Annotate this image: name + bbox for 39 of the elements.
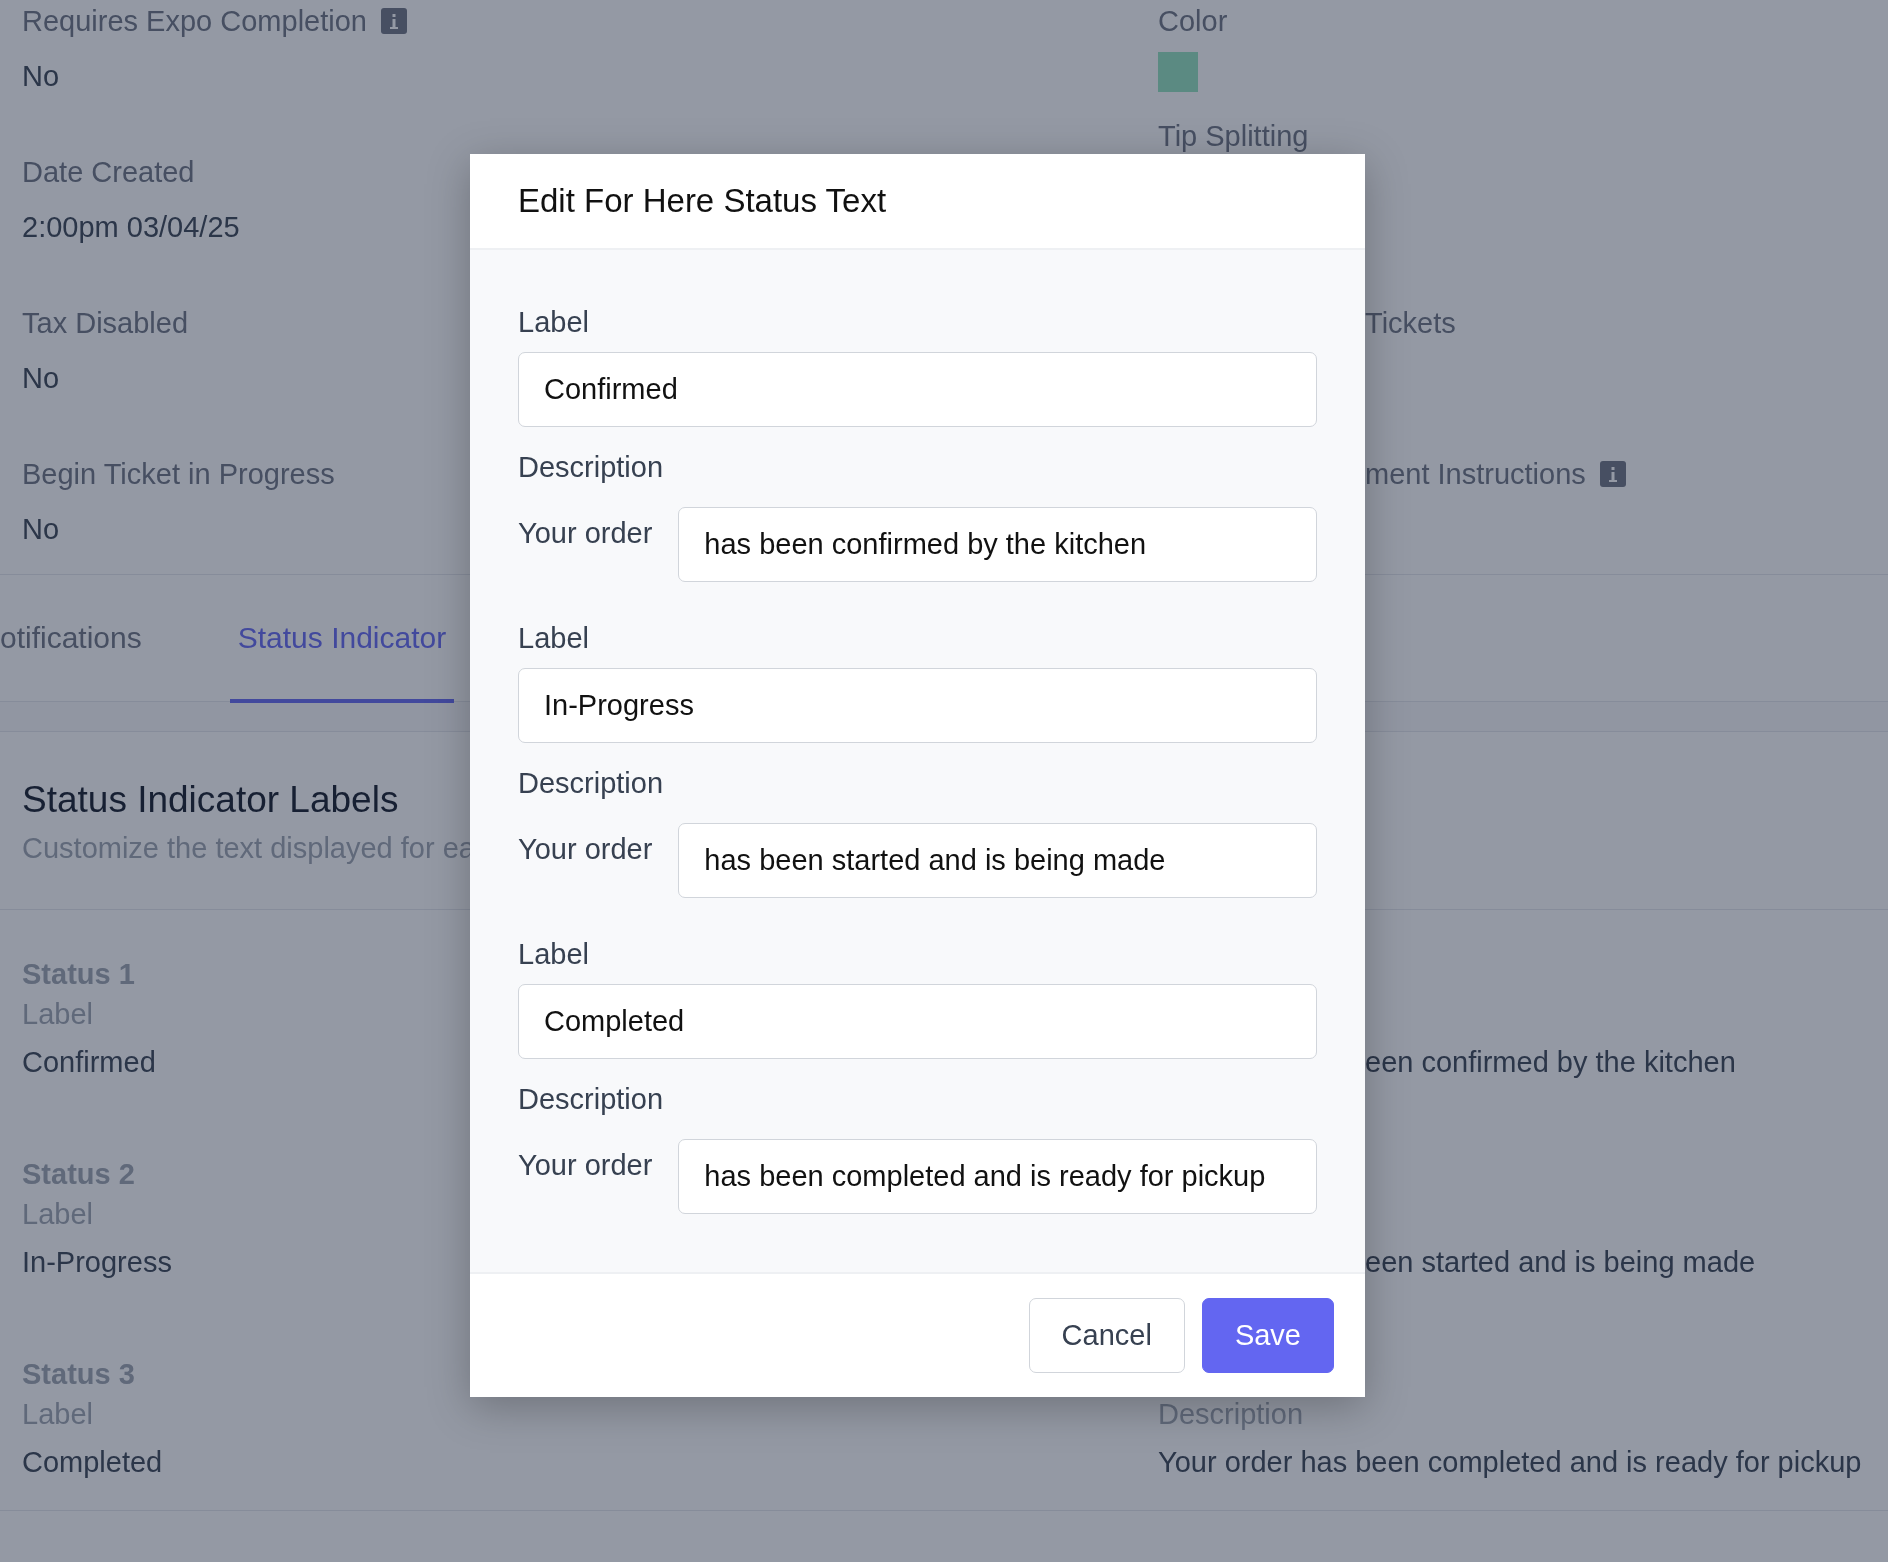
field-value: No [22,361,60,394]
field-value: No [22,512,60,545]
info-icon [380,8,407,34]
field-label: Begin Ticket in Progress [22,458,335,490]
field-label: Description [518,451,665,483]
field-label: Date Created [22,156,195,188]
text-input[interactable]: Completed [518,984,1317,1059]
text-input[interactable]: has been confirmed by the kitchen [678,507,1317,582]
field-label: Description [518,1083,665,1115]
cancel-button[interactable]: Cancel [1028,1298,1185,1373]
field-value: een confirmed by the kitchen [1365,1046,1736,1078]
field-label: Description [518,767,665,799]
field-label: Label [518,622,590,654]
field-value: 2:00pm 03/04/25 [22,210,240,243]
text-input[interactable]: Confirmed [518,352,1317,427]
save-button[interactable]: Save [1201,1298,1334,1373]
field-label: ment Instructions [1365,458,1586,490]
field-value: No [22,59,60,92]
field-prefix: Your order [518,1148,653,1181]
field-value: Confirmed [22,1046,156,1078]
field-label: Color [1158,5,1228,37]
field-label: Tax Disabled [22,307,189,339]
text-input[interactable]: has been started and is being made [678,823,1317,898]
field-prefix: Your order [518,516,653,549]
field-label: Label [518,306,590,338]
section-title: Status Indicator Labels [22,780,399,820]
field-label: Requires Expo Completion [22,5,367,37]
field-value: Your order has been completed and is ready for pickup [1158,1446,1862,1478]
modal-title: Edit For Here Status Text [518,181,887,222]
info-icon [1599,461,1626,487]
field-prefix: Your order [518,832,653,865]
field-label: Tickets [1365,307,1456,339]
text-input[interactable]: In-Progress [518,668,1317,743]
field-label: Tip Splitting [1158,120,1309,152]
field-value: een started and is being made [1365,1246,1756,1278]
text-input[interactable]: has been completed and is ready for pickup [678,1139,1317,1214]
field-label: Label [518,938,590,970]
field-value: In-Progress [22,1246,172,1278]
field-value: Completed [22,1446,163,1478]
